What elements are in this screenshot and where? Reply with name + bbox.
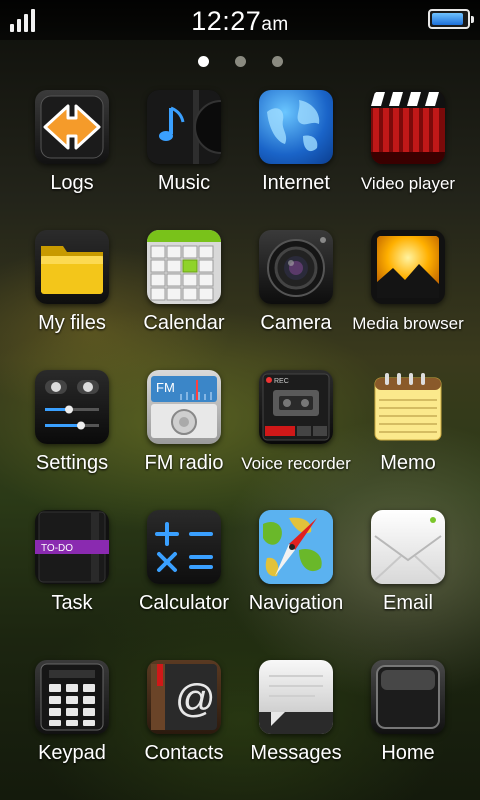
app-media-browser[interactable]: Media browser [348, 230, 468, 334]
page-indicator [0, 56, 480, 67]
todo-text: TO-DO [41, 543, 73, 554]
video-player-icon [371, 90, 445, 164]
app-label: Messages [250, 742, 342, 764]
app-label: Music [157, 172, 211, 194]
app-label: Media browser [352, 314, 464, 333]
app-label: Memo [380, 452, 436, 474]
app-label: Email [382, 592, 433, 614]
internet-icon [259, 90, 333, 164]
svg-text:@: @ [175, 677, 216, 721]
memo-icon [371, 370, 445, 444]
app-label: Task [51, 592, 93, 614]
dock-keypad[interactable]: Keypad [12, 660, 132, 765]
battery-icon [428, 9, 474, 29]
folder-icon [35, 230, 109, 304]
navigation-icon [259, 510, 333, 584]
app-memo[interactable]: Memo [348, 370, 468, 475]
settings-icon [35, 370, 109, 444]
app-voice-recorder[interactable]: REC Voice recorder [236, 370, 356, 474]
keypad-icon [35, 660, 109, 734]
app-task[interactable]: TO-DO Task [12, 510, 132, 615]
status-clock: 12:27am [0, 6, 480, 37]
app-label: Home [381, 742, 435, 764]
app-fm-radio[interactable]: FM FM radio [124, 370, 244, 475]
app-calculator[interactable]: Calculator [124, 510, 244, 615]
dock-contacts[interactable]: @ Contacts [124, 660, 244, 765]
voice-recorder-icon: REC [259, 370, 333, 444]
task-icon: TO-DO [35, 510, 109, 584]
email-icon [371, 510, 445, 584]
calculator-icon [147, 510, 221, 584]
app-email[interactable]: Email [348, 510, 468, 615]
app-label: Internet [262, 172, 330, 194]
app-label: Contacts [144, 742, 224, 764]
contacts-icon: @ [147, 660, 221, 734]
clock-time: 12:27 [191, 6, 262, 36]
app-label: My files [38, 312, 106, 334]
app-logs[interactable]: Logs [12, 90, 132, 195]
app-my-files[interactable]: My files [12, 230, 132, 335]
home-icon [371, 660, 445, 734]
camera-icon [259, 230, 333, 304]
app-label: FM radio [144, 452, 224, 474]
battery-fill [432, 13, 463, 25]
app-label: Calculator [138, 592, 230, 614]
app-label: Logs [50, 172, 94, 194]
app-music[interactable]: Music [124, 90, 244, 195]
app-calendar[interactable]: Calendar [124, 230, 244, 335]
app-label: Keypad [38, 742, 106, 764]
status-bar: 12:27am [0, 0, 480, 40]
app-label: Camera [260, 312, 332, 334]
fm-text: FM [156, 380, 175, 395]
app-label: Navigation [248, 592, 344, 614]
page-dot-2[interactable] [234, 56, 246, 67]
logs-icon [35, 90, 109, 164]
app-navigation[interactable]: Navigation [236, 510, 356, 615]
app-label: Video player [360, 174, 456, 193]
app-label: Voice recorder [241, 454, 351, 473]
app-internet[interactable]: Internet [236, 90, 356, 195]
app-settings[interactable]: Settings [12, 370, 132, 475]
app-label: Calendar [143, 312, 225, 334]
calendar-icon [147, 230, 221, 304]
app-label: Settings [35, 452, 109, 474]
page-dot-3[interactable] [271, 56, 283, 67]
fm-radio-icon: FM [147, 370, 221, 444]
messages-icon [259, 660, 333, 734]
clock-ampm: am [261, 14, 289, 35]
media-browser-icon [371, 230, 445, 304]
app-video-player[interactable]: Video player [348, 90, 468, 194]
page-dot-1[interactable] [197, 56, 209, 67]
app-camera[interactable]: Camera [236, 230, 356, 335]
rec-text: REC [274, 378, 289, 385]
music-icon [147, 90, 221, 164]
dock-messages[interactable]: Messages [236, 660, 356, 765]
dock-home[interactable]: Home [348, 660, 468, 765]
